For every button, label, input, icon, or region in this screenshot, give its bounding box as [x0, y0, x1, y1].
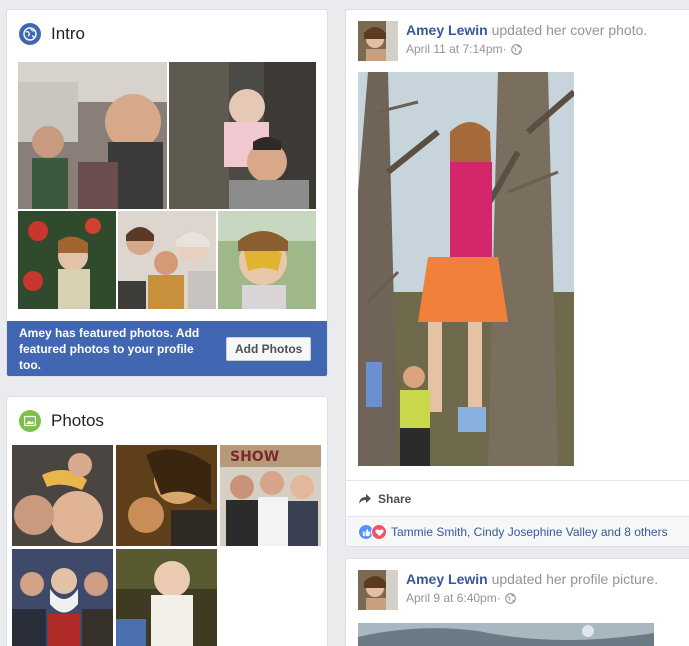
photo-thumb-4[interactable]	[12, 549, 113, 646]
intro-card: Intro Amey has featured photos. Add feat…	[6, 9, 328, 377]
globe-icon[interactable]	[510, 43, 522, 55]
intro-header: Intro	[7, 10, 327, 58]
meta-separator: ·	[496, 591, 501, 605]
featured-photo-2[interactable]	[169, 62, 316, 209]
share-button[interactable]: Share	[346, 480, 689, 516]
reactions-summary[interactable]: Tammie Smith, Cindy Josephine Valley and…	[346, 516, 689, 546]
avatar[interactable]	[358, 570, 398, 610]
post-timestamp[interactable]: April 9 at 6:40pm	[406, 591, 497, 605]
photo-thumb-5[interactable]	[116, 549, 217, 646]
share-arrow-icon	[359, 493, 371, 504]
post-headline: Amey Lewin updated her cover photo.	[406, 21, 647, 39]
post-meta: April 11 at 7:14pm ·	[406, 42, 647, 56]
post-timestamp[interactable]: April 11 at 7:14pm	[406, 42, 503, 56]
photo-thumb-3[interactable]: SHOW	[220, 445, 321, 546]
photo-thumb-1[interactable]	[12, 445, 113, 546]
love-icon	[371, 524, 387, 540]
meta-separator: ·	[502, 42, 507, 56]
reactions-names[interactable]: Tammie Smith, Cindy Josephine Valley and…	[391, 525, 668, 539]
photo-icon	[19, 410, 41, 432]
post-header: Amey Lewin updated her profile picture. …	[358, 570, 658, 610]
post-profile-picture: Amey Lewin updated her profile picture. …	[345, 558, 689, 646]
add-photos-button[interactable]: Add Photos	[226, 337, 312, 361]
post-cover-photo: Amey Lewin updated her cover photo. Apri…	[345, 9, 689, 547]
featured-photo-5[interactable]	[218, 211, 316, 309]
svg-text:SHOW: SHOW	[230, 449, 279, 465]
photo-thumb-2[interactable]	[116, 445, 217, 546]
post-meta: April 9 at 6:40pm ·	[406, 591, 658, 605]
featured-photo-1[interactable]	[18, 62, 167, 209]
post-headline: Amey Lewin updated her profile picture.	[406, 570, 658, 588]
intro-title: Intro	[51, 24, 86, 43]
profile-picture-image[interactable]	[358, 623, 654, 646]
featured-photos-text: Amey has featured photos. Add featured p…	[19, 326, 200, 372]
globe-icon[interactable]	[504, 592, 516, 604]
featured-photos-banner: Amey has featured photos. Add featured p…	[7, 321, 327, 376]
post-author-link[interactable]: Amey Lewin	[406, 22, 488, 38]
share-label: Share	[378, 491, 412, 506]
post-action-text: updated her cover photo.	[487, 22, 648, 38]
photos-title[interactable]: Photos	[51, 411, 104, 431]
post-action-text: updated her profile picture.	[487, 571, 659, 587]
featured-photo-3[interactable]	[18, 211, 116, 309]
featured-photo-4[interactable]	[118, 211, 216, 309]
post-header: Amey Lewin updated her cover photo. Apri…	[358, 21, 647, 61]
cover-photo-image[interactable]	[358, 72, 574, 466]
photos-header: Photos	[7, 397, 327, 445]
photos-card: Photos SHOW	[6, 396, 328, 646]
post-author-link[interactable]: Amey Lewin	[406, 571, 488, 587]
globe-icon	[19, 23, 41, 45]
avatar[interactable]	[358, 21, 398, 61]
